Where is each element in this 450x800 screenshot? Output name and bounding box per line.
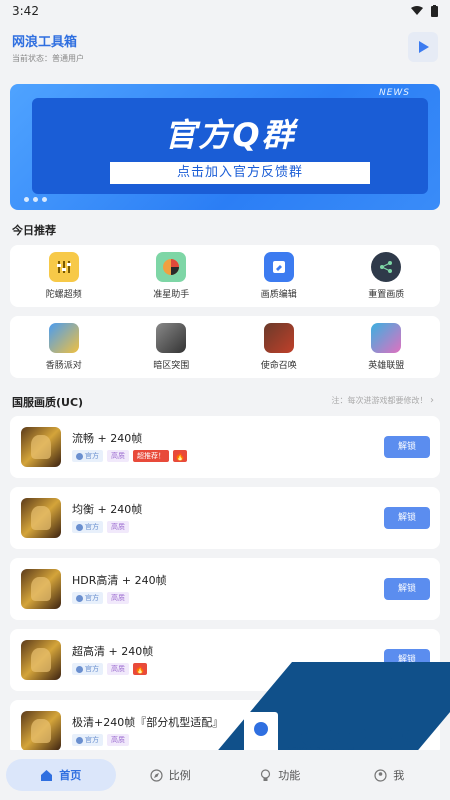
bulb-icon (261, 768, 271, 781)
pie-icon (156, 252, 187, 282)
game-league-of-legends[interactable]: 英雄联盟 (333, 316, 441, 378)
tag-row: 官方 高质 🔥 (72, 663, 147, 675)
user-icon (374, 768, 387, 782)
preset-item: 均衡 + 240帧 官方 高质 解锁 (10, 487, 440, 549)
call-of-duty-icon (263, 323, 294, 353)
qq-group-banner[interactable]: NEWS 官方Q群 点击加入官方反馈群 (10, 84, 440, 210)
nav-home[interactable]: 首页 (6, 759, 116, 791)
unlock-button[interactable]: 解锁 (384, 507, 430, 529)
unlock-button[interactable]: 解锁 (384, 436, 430, 458)
home-icon (41, 769, 53, 781)
game-call-of-duty[interactable]: 使命召唤 (225, 316, 333, 378)
game-label: 英雄联盟 (368, 361, 405, 371)
play-button[interactable] (408, 32, 438, 62)
compass-icon (150, 768, 163, 782)
nav-ratio[interactable]: 比例 (116, 759, 226, 791)
preset-title: HDR高清 + 240帧 (72, 574, 167, 587)
tool-label: 重置画质 (368, 290, 405, 300)
tag-recommended: 超推荐！ (133, 450, 169, 462)
fire-icon: 🔥 (133, 663, 147, 675)
game-sausage-party[interactable]: 香肠派对 (10, 316, 118, 378)
unlock-button[interactable]: 解锁 (384, 578, 430, 600)
game-label: 香肠派对 (45, 361, 82, 371)
banner-title: 官方Q群 (164, 116, 296, 154)
today-section-title: 今日推荐 (12, 224, 56, 237)
game-thumbnail (21, 569, 61, 609)
lol-icon (371, 323, 402, 353)
tag-row: 官方 高质 (72, 592, 129, 604)
banner-pagination-dots (24, 197, 47, 202)
banner-panel: 官方Q群 点击加入官方反馈群 (32, 98, 428, 194)
tag-official: 官方 (72, 592, 103, 604)
tool-label: 陀螺超频 (45, 290, 82, 300)
tool-gyro-overclock[interactable]: 陀螺超频 (10, 245, 118, 307)
tool-crosshair-helper[interactable]: 准星助手 (118, 245, 226, 307)
game-arena-breakout[interactable]: 暗区突围 (118, 316, 226, 378)
tag-row: 官方 高质 (72, 521, 129, 533)
game-thumbnail (21, 640, 61, 680)
preset-item: 流畅 + 240帧 官方 高质 超推荐！ 🔥 解锁 (10, 416, 440, 478)
nav-me[interactable]: 我 (335, 759, 445, 791)
banner-news-label: NEWS (378, 88, 410, 98)
user-status: 当前状态：普通用户 (12, 53, 84, 63)
tag-official: 官方 (72, 450, 103, 462)
share-icon (371, 252, 402, 282)
tag-high-quality: 高质 (107, 734, 129, 746)
tag-official: 官方 (72, 734, 103, 746)
tools-grid: 陀螺超频 准星助手 画质编辑 重置画质 (10, 245, 440, 307)
preset-title: 流畅 + 240帧 (72, 432, 143, 445)
tag-high-quality: 高质 (107, 663, 129, 675)
banner-subtitle: 点击加入官方反馈群 (110, 162, 370, 184)
game-thumbnail (21, 498, 61, 538)
status-time: 3:42 (12, 4, 39, 18)
cn-section-title: 国服画质(UC) (12, 396, 84, 409)
fire-icon: 🔥 (173, 450, 187, 462)
tag-row: 官方 高质 超推荐！ 🔥 (72, 450, 187, 462)
chevron-right-icon: › (430, 395, 434, 406)
game-thumbnail (21, 711, 61, 751)
preset-title: 极清+240帧『部分机型适配』 (72, 716, 224, 729)
game-thumbnail (21, 427, 61, 467)
tool-label: 画质编辑 (260, 290, 297, 300)
app-title: 网浪工具箱 (12, 34, 78, 50)
tag-row: 官方 高质 (72, 734, 129, 746)
tag-official: 官方 (72, 521, 103, 533)
game-label: 使命召唤 (260, 361, 297, 371)
sliders-icon (48, 252, 79, 282)
sausage-game-icon (48, 323, 79, 353)
play-icon (419, 41, 429, 53)
bottom-nav: 首页 比例 功能 我 (0, 750, 450, 800)
cn-section-note[interactable]: 注：每次进游戏都要修改！ › (331, 395, 434, 406)
edit-icon (263, 252, 294, 282)
wifi-icon (411, 6, 423, 15)
games-grid: 香肠派对 暗区突围 使命召唤 英雄联盟 (10, 316, 440, 378)
app-header: 网浪工具箱 当前状态：普通用户 (0, 22, 450, 72)
preset-title: 均衡 + 240帧 (72, 503, 143, 516)
status-bar: 3:42 (0, 0, 450, 22)
tag-official: 官方 (72, 663, 103, 675)
arena-breakout-icon (156, 323, 187, 353)
battery-icon (431, 5, 438, 17)
tool-reset-quality[interactable]: 重置画质 (333, 245, 441, 307)
header-text: 网浪工具箱 当前状态：普通用户 (12, 31, 84, 64)
tag-high-quality: 高质 (107, 450, 129, 462)
preset-item: HDR高清 + 240帧 官方 高质 解锁 (10, 558, 440, 620)
game-label: 暗区突围 (153, 361, 190, 371)
preset-title: 超高清 + 240帧 (72, 645, 154, 658)
tag-high-quality: 高质 (107, 592, 129, 604)
nav-features[interactable]: 功能 (225, 759, 335, 791)
tool-label: 准星助手 (153, 290, 190, 300)
tool-quality-edit[interactable]: 画质编辑 (225, 245, 333, 307)
tag-high-quality: 高质 (107, 521, 129, 533)
status-icons (411, 5, 438, 17)
